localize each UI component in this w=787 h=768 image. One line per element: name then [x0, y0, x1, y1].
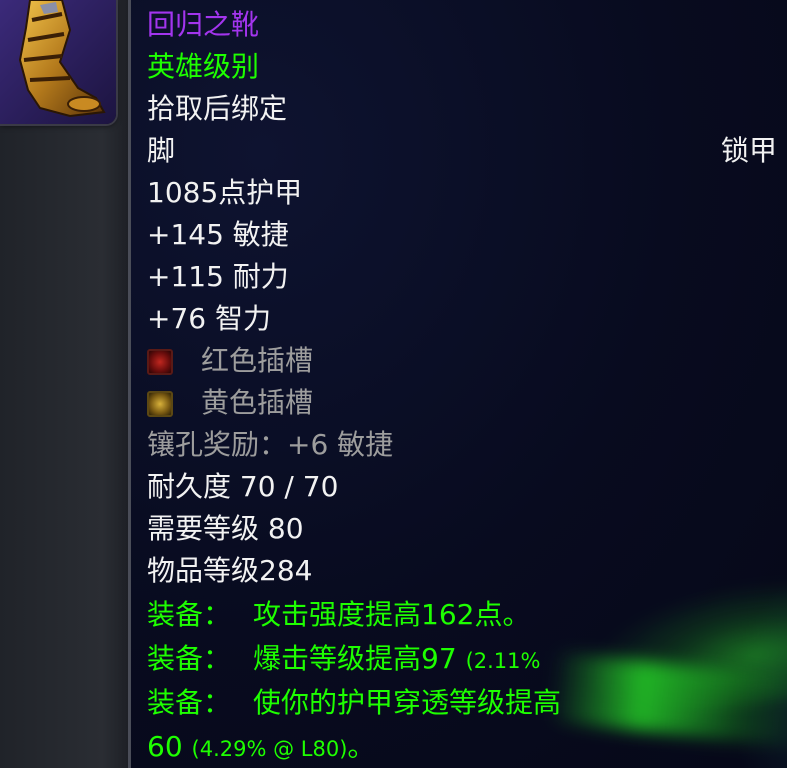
equip-text: 攻击强度提高162点。 [253, 598, 531, 631]
equip-prefix: 装备： [147, 686, 232, 719]
required-level: 需要等级 80 [147, 512, 304, 545]
equip-text: 爆击等级提高97 [253, 642, 457, 675]
stat-intellect: +76 智力 [147, 302, 271, 335]
socket-yellow-row: 黄色插槽 [147, 386, 313, 420]
equip-note: (4.29% @ L80) [191, 737, 348, 761]
item-quality: 英雄级别 [147, 50, 260, 83]
equip-end: 。 [347, 730, 376, 763]
item-level: 物品等级284 [147, 554, 313, 587]
equip-prefix: 装备： [147, 598, 232, 631]
item-armor: 1085点护甲 [147, 176, 303, 209]
yellow-socket-icon [147, 391, 173, 417]
equip-effect-crit: 装备： 爆击等级提高97 (2.11% [147, 642, 540, 678]
equip-effect-attack-power: 装备： 攻击强度提高162点。 [147, 598, 530, 632]
socket-bonus: 镶孔奖励：+6 敏捷 [147, 428, 394, 461]
equip-effect-armor-pen: 装备： 使你的护甲穿透等级提高 [147, 686, 561, 720]
equip-prefix: 装备： [147, 642, 232, 675]
item-name: 回归之靴 [147, 8, 260, 41]
item-armor-type: 锁甲 [720, 134, 777, 167]
durability: 耐久度 70 / 70 [147, 470, 339, 503]
item-slot: 脚 [147, 134, 176, 167]
equip-text: 使你的护甲穿透等级提高 [253, 686, 562, 719]
stat-agility: +145 敏捷 [147, 218, 289, 251]
item-tooltip: 回归之靴 英雄级别 拾取后绑定 脚 锁甲 1085点护甲 +145 敏捷 +11… [128, 0, 787, 768]
screen: 回归之靴 英雄级别 拾取后绑定 脚 锁甲 1085点护甲 +145 敏捷 +11… [0, 0, 787, 768]
socket-red-row: 红色插槽 [147, 344, 313, 378]
red-socket-icon [147, 349, 173, 375]
item-icon-frame[interactable] [0, 0, 116, 124]
equip-effect-armor-pen-continuation: 60 (4.29% @ L80)。 [147, 730, 375, 766]
stat-stamina: +115 耐力 [147, 260, 289, 293]
socket-red-label: 红色插槽 [201, 344, 314, 377]
item-binding: 拾取后绑定 [147, 92, 288, 125]
boot-icon [0, 0, 116, 124]
equip-value: 60 [147, 730, 183, 763]
socket-yellow-label: 黄色插槽 [201, 386, 314, 419]
equip-note: (2.11% [465, 649, 541, 673]
